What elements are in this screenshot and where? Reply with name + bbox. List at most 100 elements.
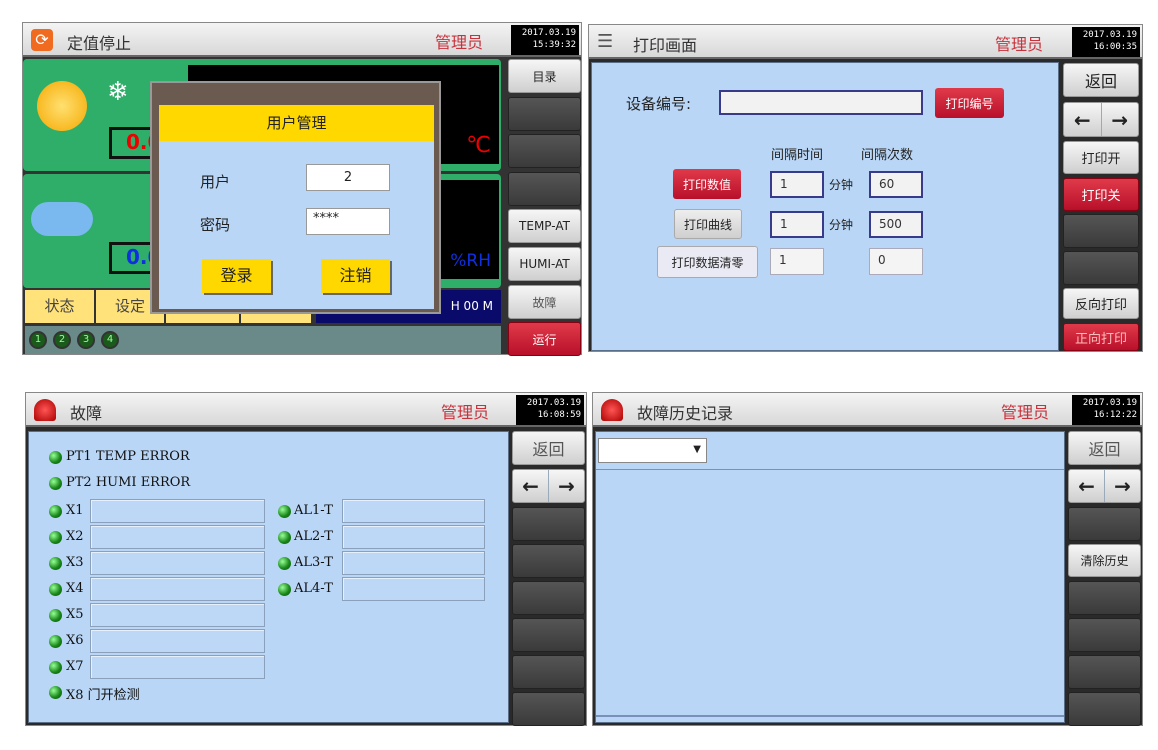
blank-button[interactable] [512, 618, 585, 652]
arrow-left-icon[interactable]: ← [1064, 103, 1102, 136]
device-id-label: 设备编号: [626, 95, 692, 113]
temp-autotune-button[interactable]: TEMP-AT [508, 209, 581, 243]
blank-button[interactable] [1068, 507, 1141, 541]
user-role[interactable]: 管理员 [995, 31, 1043, 55]
fault-label: X7 [66, 659, 84, 674]
refresh-icon: ⟳ [31, 29, 53, 51]
device-id-input[interactable] [719, 90, 923, 115]
status-led [49, 557, 62, 570]
blank-button[interactable] [1068, 655, 1141, 689]
interval-input[interactable]: 1 [770, 171, 824, 198]
print-curve-button[interactable]: 打印曲线 [674, 209, 742, 239]
arrow-left-icon[interactable]: ← [1069, 470, 1105, 502]
screen-title: 故障历史记录 [637, 404, 734, 423]
screen-title: 定值停止 [67, 34, 132, 53]
header: ⟳ 定值停止 管理员 2017.03.19 15:39:32 [23, 23, 581, 57]
blank-button[interactable] [512, 692, 585, 726]
interval-input[interactable]: 1 [770, 248, 824, 275]
fault-label: AL1-T [294, 503, 333, 518]
user-role[interactable]: 管理员 [441, 399, 489, 423]
page-arrows: ← → [1068, 469, 1141, 503]
fault-value-box [90, 629, 265, 653]
clock: 2017.03.19 15:39:32 [511, 25, 579, 55]
clock: 2017.03.19 16:12:22 [1072, 395, 1140, 425]
clear-print-data-button[interactable]: 打印数据清零 [657, 246, 758, 278]
clear-history-button[interactable]: 清除历史 [1068, 544, 1141, 577]
header: ☰ 打印画面 管理员 2017.03.19 16:00:35 [589, 25, 1142, 59]
blank-button[interactable] [508, 97, 581, 131]
blank-button[interactable] [512, 655, 585, 689]
fault-value-box [90, 525, 265, 549]
blank-button[interactable] [1068, 581, 1141, 615]
fault-value-box [90, 577, 265, 601]
history-body [595, 431, 1065, 723]
status-led [49, 451, 62, 464]
print-on-button[interactable]: 打印开 [1063, 141, 1139, 174]
password-input[interactable]: **** [306, 208, 390, 235]
sun-thermometer-icon [37, 81, 87, 131]
status-led [49, 661, 62, 674]
print-values-button[interactable]: 打印数值 [673, 169, 741, 199]
header: 故障 管理员 2017.03.19 16:08:59 [26, 393, 586, 427]
blank-button[interactable] [512, 581, 585, 615]
minutes-unit: 分钟 [829, 178, 854, 192]
status-led [278, 505, 291, 518]
forward-print-button[interactable]: 正向打印 [1063, 323, 1139, 351]
fault-button[interactable]: 故障 [508, 285, 581, 319]
step-bar: 1234 [25, 326, 501, 354]
arrow-left-icon[interactable]: ← [513, 470, 549, 502]
status-led [49, 686, 62, 699]
dialog-title: 用户管理 [159, 105, 434, 141]
password-label: 密码 [200, 216, 231, 234]
back-button[interactable]: 返回 [1063, 63, 1139, 97]
arrow-right-icon[interactable]: → [549, 470, 584, 502]
blank-button[interactable] [1063, 251, 1139, 285]
step-indicator[interactable]: 1 [29, 331, 47, 349]
fault-label: X6 [66, 633, 84, 648]
step-indicator[interactable]: 3 [77, 331, 95, 349]
arrow-right-icon[interactable]: → [1105, 470, 1140, 502]
printer-icon: ☰ [597, 31, 614, 52]
interval-input[interactable]: 1 [770, 211, 824, 238]
humi-autotune-button[interactable]: HUMI-AT [508, 247, 581, 281]
user-input[interactable]: 2 [306, 164, 390, 191]
status-led [49, 531, 62, 544]
blank-button[interactable] [508, 134, 581, 168]
fault-value-box [90, 603, 265, 627]
screen-fault: 故障 管理员 2017.03.19 16:08:59 PT1 TEMP ERROR… [25, 392, 587, 726]
fault-label: AL2-T [294, 529, 333, 544]
tab-status[interactable]: 状态 [25, 290, 94, 323]
fault-label: X8 门开检测 [66, 688, 140, 703]
step-indicator[interactable]: 4 [101, 331, 119, 349]
blank-button[interactable] [512, 507, 585, 541]
fault-value-box [342, 499, 485, 523]
logout-button[interactable]: 注销 [321, 259, 390, 293]
login-button[interactable]: 登录 [202, 259, 271, 293]
status-led [49, 609, 62, 622]
minutes-unit: 分钟 [829, 218, 854, 232]
blank-button[interactable] [1063, 214, 1139, 248]
run-button[interactable]: 运行 [508, 322, 581, 356]
blank-button[interactable] [1068, 618, 1141, 652]
reverse-print-button[interactable]: 反向打印 [1063, 288, 1139, 319]
alarm-icon [601, 399, 623, 421]
fault-label: AL3-T [294, 555, 333, 570]
menu-button[interactable]: 目录 [508, 59, 581, 93]
header: 故障历史记录 管理员 2017.03.19 16:12:22 [593, 393, 1142, 427]
print-off-button[interactable]: 打印关 [1063, 178, 1139, 211]
print-id-button[interactable]: 打印编号 [935, 88, 1004, 118]
count-input[interactable]: 500 [869, 211, 923, 238]
back-button[interactable]: 返回 [1068, 431, 1141, 465]
count-input[interactable]: 0 [869, 248, 923, 275]
step-indicator[interactable]: 2 [53, 331, 71, 349]
history-filter-dropdown[interactable]: ▼ [598, 438, 707, 463]
arrow-right-icon[interactable]: → [1102, 103, 1139, 136]
blank-button[interactable] [508, 172, 581, 206]
user-role[interactable]: 管理员 [435, 29, 483, 53]
user-role[interactable]: 管理员 [1001, 399, 1049, 423]
back-button[interactable]: 返回 [512, 431, 585, 465]
blank-button[interactable] [512, 544, 585, 578]
fault-value-box [90, 655, 265, 679]
blank-button[interactable] [1068, 692, 1141, 726]
count-input[interactable]: 60 [869, 171, 923, 198]
